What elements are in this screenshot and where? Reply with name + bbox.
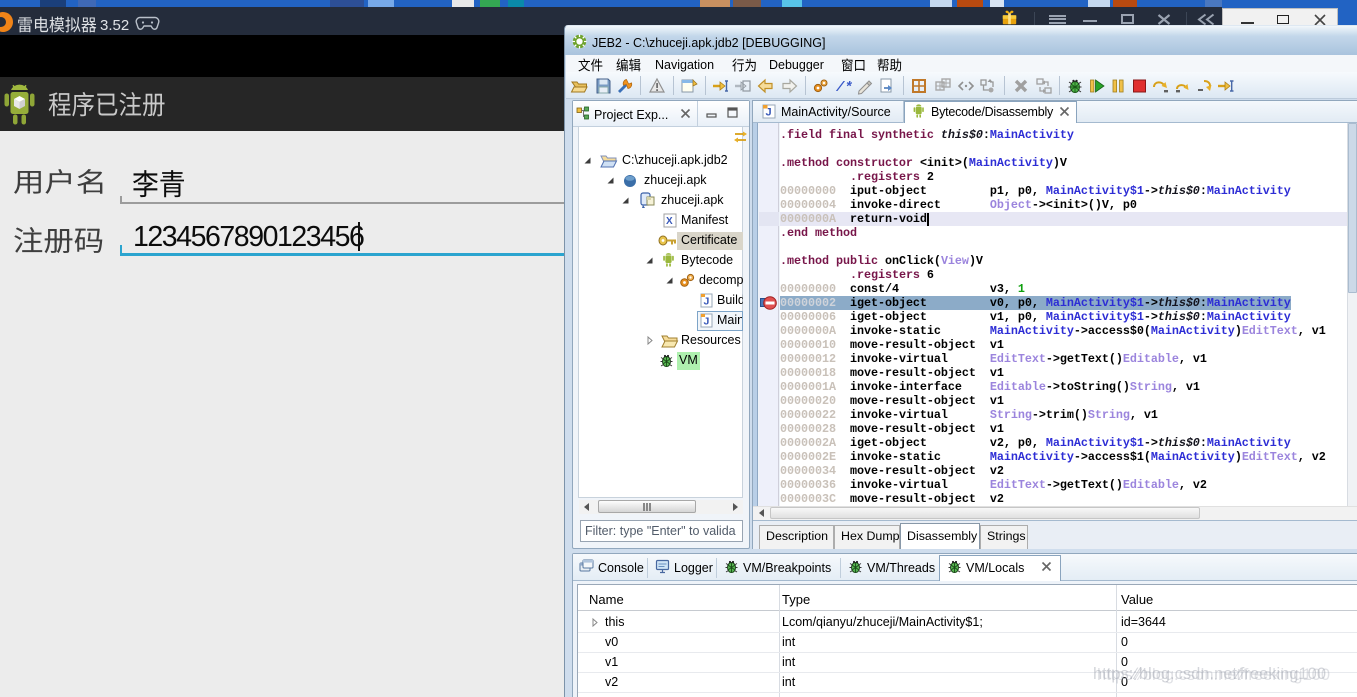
svg-text:J: J: [766, 107, 772, 119]
svg-text:X: X: [666, 216, 673, 227]
svg-text:J: J: [704, 296, 710, 308]
svg-text:/*: /*: [835, 80, 853, 96]
svg-text:J: J: [704, 316, 710, 328]
